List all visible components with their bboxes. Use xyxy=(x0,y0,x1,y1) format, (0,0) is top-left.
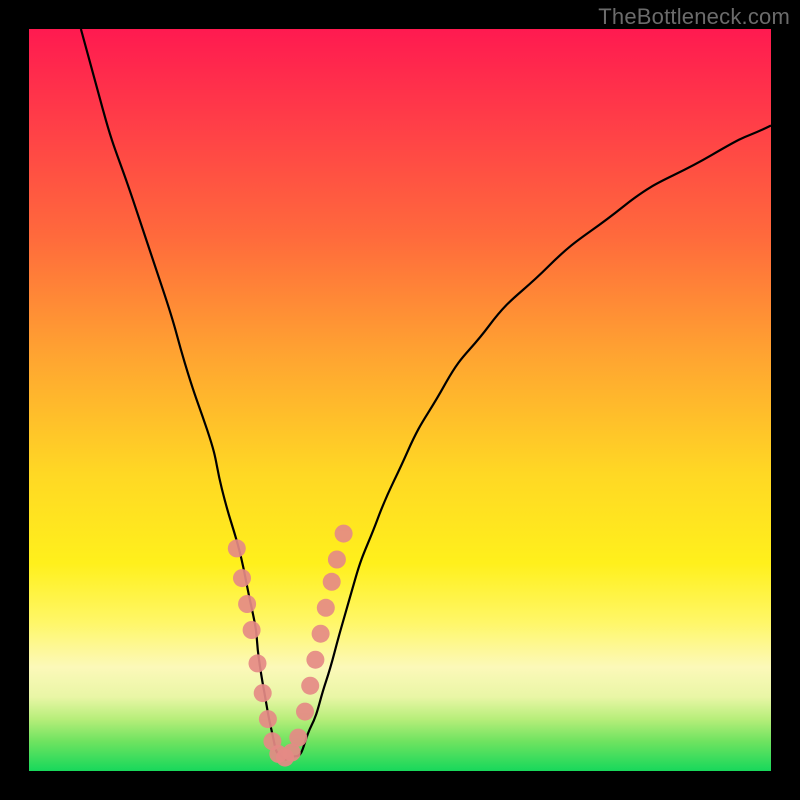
curve-layer xyxy=(81,29,771,760)
datapoint xyxy=(254,684,272,702)
datapoint xyxy=(306,651,324,669)
chart-svg xyxy=(29,29,771,771)
datapoint xyxy=(249,654,267,672)
datapoint xyxy=(228,539,246,557)
datapoint xyxy=(301,677,319,695)
datapoint xyxy=(328,551,346,569)
datapoint xyxy=(243,621,261,639)
datapoint xyxy=(259,710,277,728)
datapoints-layer xyxy=(228,525,353,767)
datapoint xyxy=(289,729,307,747)
datapoint xyxy=(233,569,251,587)
plot-area xyxy=(29,29,771,771)
datapoint xyxy=(335,525,353,543)
datapoint xyxy=(323,573,341,591)
datapoint xyxy=(317,599,335,617)
bottleneck-curve xyxy=(81,29,771,760)
chart-frame: TheBottleneck.com xyxy=(0,0,800,800)
datapoint xyxy=(238,595,256,613)
datapoint xyxy=(312,625,330,643)
datapoint xyxy=(296,703,314,721)
watermark-text: TheBottleneck.com xyxy=(598,4,790,30)
